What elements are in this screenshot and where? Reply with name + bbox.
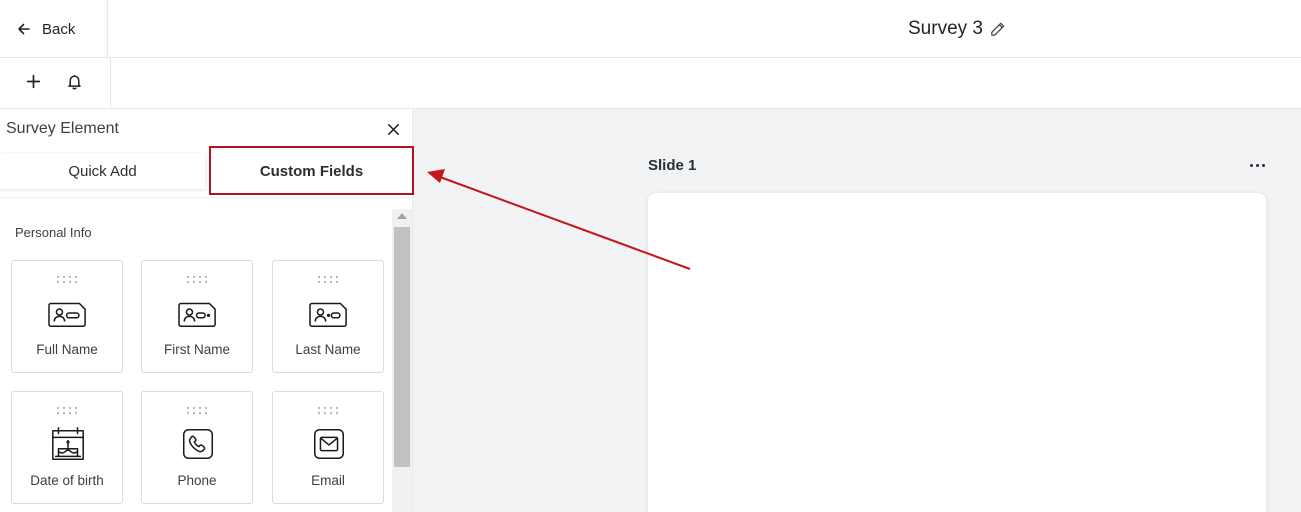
field-card-email[interactable]: Email <box>272 391 384 504</box>
pencil-icon[interactable] <box>989 21 1006 38</box>
field-label: Date of birth <box>30 473 104 488</box>
slide-label: Slide 1 <box>648 157 697 174</box>
back-label: Back <box>42 20 76 38</box>
birthday-cake-icon <box>45 424 91 464</box>
panel-title: Survey Element <box>6 120 119 137</box>
id-card-icon <box>306 293 352 333</box>
drag-handle-icon[interactable] <box>57 407 79 414</box>
slide-card[interactable] <box>648 193 1266 512</box>
field-card-phone[interactable]: Phone <box>141 391 253 504</box>
survey-title[interactable]: Survey 3 <box>908 16 1006 42</box>
phone-icon <box>175 424 221 464</box>
top-bar: Back Survey 3 <box>0 0 1301 58</box>
back-button[interactable]: Back <box>0 0 108 58</box>
slide-options-button[interactable] <box>1243 155 1271 175</box>
arrow-left-icon <box>18 23 30 35</box>
field-card-last-name[interactable]: Last Name <box>272 260 384 373</box>
field-label: Last Name <box>295 342 361 357</box>
drag-handle-icon[interactable] <box>187 407 209 414</box>
field-card-full-name[interactable]: Full Name <box>11 260 123 373</box>
field-card-first-name[interactable]: First Name <box>141 260 253 373</box>
field-label: Phone <box>177 473 217 488</box>
panel-scrollbar[interactable] <box>392 209 412 512</box>
scroll-up-arrow-icon[interactable] <box>397 213 407 219</box>
add-button[interactable] <box>21 69 45 93</box>
id-card-icon <box>175 293 221 333</box>
secondary-toolbar <box>0 58 1301 109</box>
field-card-date-of-birth[interactable]: Date of birth <box>11 391 123 504</box>
notifications-button[interactable] <box>62 69 86 93</box>
field-label: Email <box>311 473 345 488</box>
survey-title-text: Survey 3 <box>908 18 983 39</box>
drag-handle-icon[interactable] <box>57 276 79 283</box>
mail-icon <box>306 424 352 464</box>
drag-handle-icon[interactable] <box>318 276 340 283</box>
field-label: Full Name <box>36 342 98 357</box>
panel-divider <box>0 197 413 198</box>
app-root: Back Survey 3 Slide 1 Survey Element Qui… <box>0 0 1301 512</box>
tab-custom-fields[interactable]: Custom Fields <box>210 153 413 189</box>
section-label-personal-info: Personal Info <box>15 225 92 240</box>
survey-element-panel: Survey Element Quick Add Custom Fields P… <box>0 109 414 512</box>
drag-handle-icon[interactable] <box>187 276 209 283</box>
slide-canvas: Slide 1 <box>413 109 1301 512</box>
plus-icon <box>26 74 40 88</box>
bell-icon <box>67 74 81 89</box>
close-panel-button[interactable] <box>383 119 403 139</box>
id-card-icon <box>45 293 91 333</box>
scroll-thumb[interactable] <box>394 227 410 467</box>
field-label: First Name <box>163 342 230 357</box>
drag-handle-icon[interactable] <box>318 407 340 414</box>
toolbar-actions <box>0 58 111 108</box>
close-icon <box>387 123 399 135</box>
tab-quick-add[interactable]: Quick Add <box>0 153 205 189</box>
